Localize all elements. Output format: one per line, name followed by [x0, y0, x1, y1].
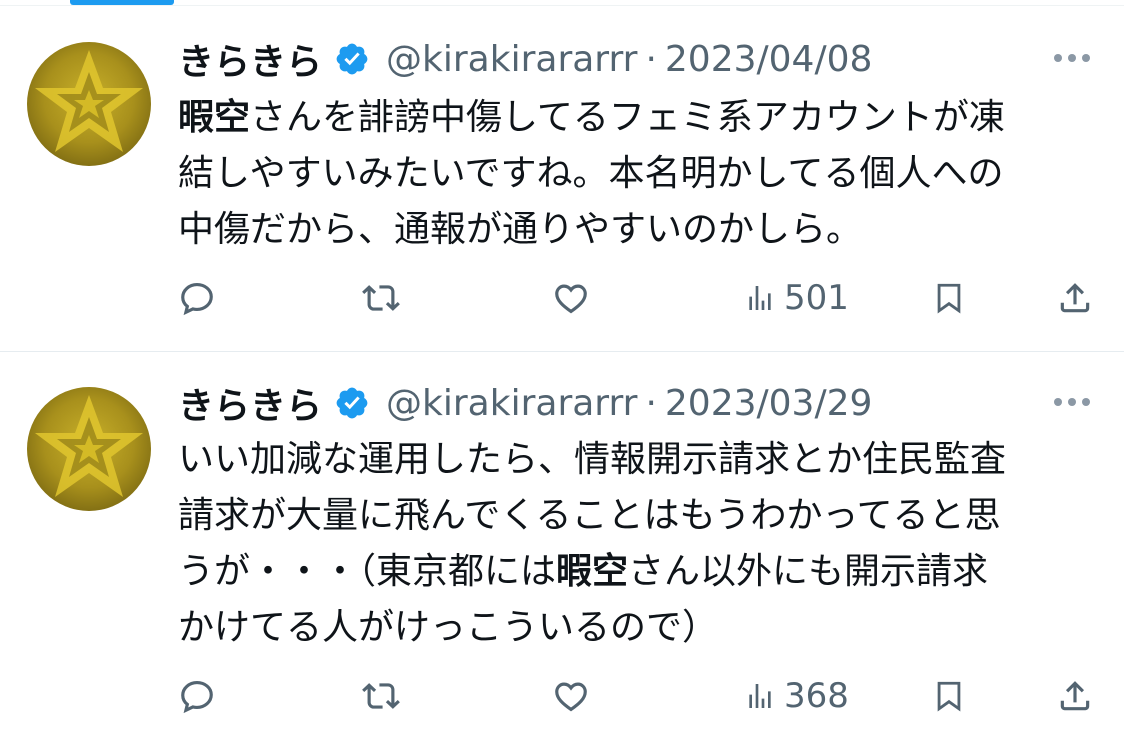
separator-dot: ·	[645, 382, 657, 424]
views-icon	[744, 677, 776, 715]
tweet-text-segment: いい加減な運用したら、情報開示請求とか住民監査	[178, 439, 1007, 480]
tweet-date[interactable]: 2023/03/29	[665, 383, 873, 424]
tweet-text-line: 中傷だから、通報が通りやすいのかしら。	[178, 202, 1098, 258]
reply-button[interactable]	[178, 273, 216, 323]
display-name[interactable]: きらきら	[178, 33, 322, 85]
share-button[interactable]	[1056, 671, 1094, 721]
tweet[interactable]: きらきら @kirakirararrr · 2023/03/29 いい加減な運用…	[0, 352, 1124, 749]
tweet-actions: 368	[178, 671, 1098, 721]
bookmark-icon	[932, 677, 966, 715]
bookmark-button[interactable]	[932, 671, 966, 721]
reply-icon	[178, 279, 216, 317]
tweet-text-segment: 請求が大量に飛んでくることはもうわかってると思	[178, 495, 1001, 536]
tweet-text-segment: かけてる人がけっこういるので）	[178, 607, 719, 648]
tweet-text-segment: さんを誹謗中傷してるフェミ系アカウントが凍	[250, 97, 1005, 138]
tweet-text: 暇空さんを誹謗中傷してるフェミ系アカウントが凍結しやすいみたいですね。本名明かし…	[178, 90, 1098, 258]
tweet-text-line: 結しやすいみたいですね。本名明かしてる個人への	[178, 146, 1098, 202]
user-handle[interactable]: @kirakirararrr	[386, 39, 637, 80]
tweet-header: きらきら @kirakirararrr · 2023/03/29	[178, 378, 1104, 428]
retweet-icon	[360, 677, 402, 715]
tweet[interactable]: きらきら @kirakirararrr · 2023/04/08 暇空さんを誹謗…	[0, 6, 1124, 352]
more-options-icon[interactable]	[1050, 48, 1094, 68]
tweet-date[interactable]: 2023/04/08	[665, 39, 873, 80]
tweet-text-segment: 中傷だから、通報が通りやすいのかしら。	[178, 209, 863, 250]
like-icon	[552, 677, 590, 715]
tweet-text-line: うが・・・（東京都には暇空さん以外にも開示請求	[178, 544, 1098, 600]
share-icon	[1056, 677, 1094, 715]
tweet-text-segment: さん以外にも開示請求	[628, 551, 989, 592]
views-count: 368	[784, 676, 849, 716]
avatar[interactable]	[27, 387, 151, 511]
views-button[interactable]: 501	[744, 273, 849, 323]
verified-badge-icon	[334, 41, 370, 77]
tweet-text-line: 暇空さんを誹謗中傷してるフェミ系アカウントが凍	[178, 90, 1098, 146]
bookmark-icon	[932, 279, 966, 317]
views-button[interactable]: 368	[744, 671, 849, 721]
avatar[interactable]	[27, 42, 151, 166]
tweet-text-line: いい加減な運用したら、情報開示請求とか住民監査	[178, 432, 1098, 488]
reply-icon	[178, 677, 216, 715]
retweet-icon	[360, 279, 402, 317]
reply-button[interactable]	[178, 671, 216, 721]
verified-badge-icon	[334, 385, 370, 421]
views-icon	[744, 279, 776, 317]
tweet-text: いい加減な運用したら、情報開示請求とか住民監査 請求が大量に飛んでくることはもうわ…	[178, 432, 1098, 656]
like-button[interactable]	[552, 273, 590, 323]
tweet-text-line: 請求が大量に飛んでくることはもうわかってると思	[178, 488, 1098, 544]
tweet-header: きらきら @kirakirararrr · 2023/04/08	[178, 34, 1104, 84]
tweet-text-line: かけてる人がけっこういるので）	[178, 600, 1098, 656]
user-handle[interactable]: @kirakirararrr	[386, 383, 637, 424]
retweet-button[interactable]	[360, 671, 402, 721]
tweet-actions: 501	[178, 273, 1098, 323]
tweet-text-segment: 結しやすいみたいですね。本名明かしてる個人への	[178, 153, 1004, 194]
tweet-text-segment: うが・・・（東京都には	[178, 551, 557, 592]
bookmark-button[interactable]	[932, 273, 966, 323]
display-name[interactable]: きらきら	[178, 377, 322, 429]
views-count: 501	[784, 278, 849, 318]
tweet-text-bold: 暇空	[556, 551, 629, 592]
like-icon	[552, 279, 590, 317]
retweet-button[interactable]	[360, 273, 402, 323]
share-button[interactable]	[1056, 273, 1094, 323]
like-button[interactable]	[552, 671, 590, 721]
tweet-text-bold: 暇空	[178, 97, 251, 138]
more-options-icon[interactable]	[1050, 392, 1094, 412]
separator-dot: ·	[645, 38, 657, 80]
share-icon	[1056, 279, 1094, 317]
